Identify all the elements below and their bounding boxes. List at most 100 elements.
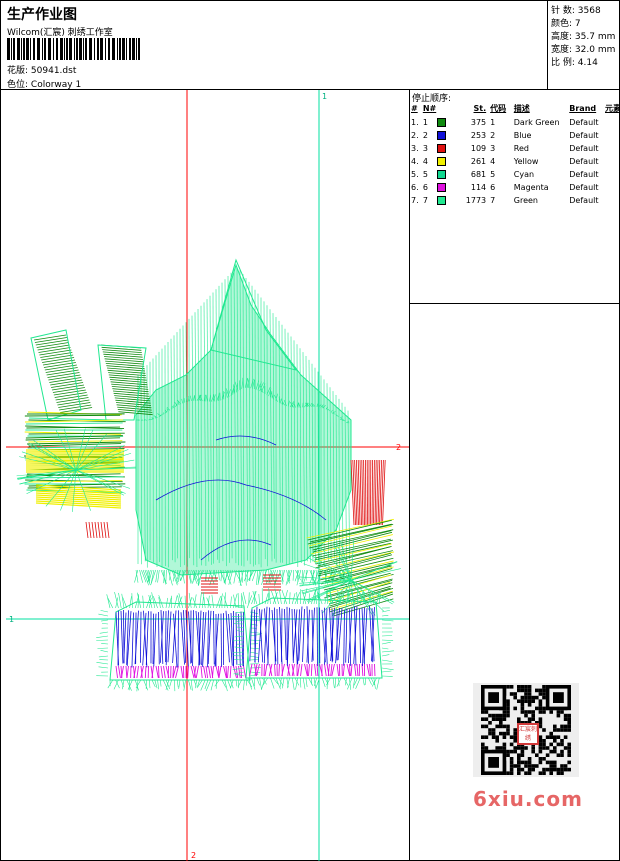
row-color-swatch <box>436 168 457 181</box>
stitch-line <box>249 663 253 677</box>
stitch-line <box>296 569 299 582</box>
stitch-line <box>274 588 279 605</box>
stitch-line <box>354 663 357 677</box>
stitch-line <box>101 619 109 622</box>
stitch-line <box>305 677 308 687</box>
stitch-line <box>220 613 222 668</box>
stitch-line <box>365 459 367 526</box>
stat-colors: 颜色: 7 <box>551 19 581 29</box>
stitch-line <box>143 679 149 691</box>
row-code: 7 <box>490 196 496 205</box>
barcode-icon <box>7 38 140 60</box>
stitch-line <box>98 613 109 617</box>
col-index: # <box>411 104 418 113</box>
col-stitches: St. <box>473 104 487 113</box>
stitch-line <box>253 677 255 687</box>
stitch-line <box>199 592 202 609</box>
stitch-line <box>381 670 392 673</box>
stitch-line <box>245 677 248 686</box>
stitch-line <box>246 595 253 609</box>
stitch-line <box>227 665 229 679</box>
stat-scale: 比 例: 4.14 <box>551 58 598 68</box>
stop-sequence-table: # N# St. 代码 描述 Brand 元素 1. 1 375 1 Dark Gree… <box>410 102 620 207</box>
stitch-line <box>188 679 192 690</box>
stitch-line <box>292 569 294 581</box>
stitch-line <box>342 663 345 677</box>
stitch-line <box>51 382 84 388</box>
table-header-row: # N# St. 代码 描述 Brand 元素 <box>410 102 620 116</box>
stitch-line <box>103 521 107 539</box>
seal-stamp: 汇宸刺绣 <box>517 723 539 745</box>
stitch-line <box>25 422 123 425</box>
row-index: 7. <box>411 196 419 205</box>
stitch-layers <box>16 258 401 692</box>
stitch-line <box>121 593 125 609</box>
stitch-line <box>153 613 157 667</box>
stitch-line <box>274 607 276 665</box>
row-element <box>604 194 620 207</box>
stitch-line <box>291 677 295 691</box>
stitch-line <box>268 588 271 605</box>
stitch-line <box>118 665 121 679</box>
stitch-line <box>131 593 133 609</box>
stitch-line <box>327 663 330 677</box>
stitch-line <box>302 608 305 663</box>
col-needle: N# <box>422 104 437 113</box>
stitch-line <box>279 589 282 605</box>
row-stitches: 109 <box>470 144 487 153</box>
stitch-line <box>229 665 232 679</box>
stitch-line <box>97 521 101 539</box>
stitch-line <box>56 397 89 403</box>
production-sheet: 生产作业图 Wilcom(汇宸) 刺绣工作室 花版: 50941.dst 色位:… <box>0 0 620 861</box>
row-element <box>604 129 620 142</box>
colorway-line: 色位: Colorway 1 <box>7 77 81 90</box>
stitch-line <box>374 459 377 526</box>
info-panel: 停止顺序: # N# St. 代码 描述 Brand 元素 1. 1 375 1 Dar… <box>410 90 620 861</box>
stitch-line <box>381 639 394 641</box>
stitch-line <box>225 665 228 679</box>
stitch-line <box>381 641 391 645</box>
stitch-line <box>100 650 109 653</box>
stitch-line <box>286 607 290 666</box>
stitch-line <box>249 647 259 649</box>
stitch-line <box>251 591 257 605</box>
stitch-line <box>91 521 95 539</box>
stitch-line <box>203 665 207 679</box>
stitch-line <box>359 608 362 664</box>
stitch-line <box>256 569 259 585</box>
stat-stitches: 针 数: 3568 <box>551 6 601 16</box>
stitch-line <box>334 677 337 689</box>
guide-label-v1: 1 <box>322 92 327 101</box>
stitch-line <box>344 677 347 686</box>
stitch-line <box>99 631 109 634</box>
stitch-line <box>216 596 221 609</box>
stitch-line <box>165 569 167 582</box>
guide-label-v2: 2 <box>191 851 196 860</box>
sheet-title: 生产作业图 <box>7 7 77 23</box>
row-code: 4 <box>490 157 496 166</box>
stitch-line <box>136 665 139 679</box>
stitch-line <box>57 399 90 406</box>
row-color-swatch <box>436 129 457 142</box>
stitch-line <box>251 569 257 582</box>
stitch-line <box>36 342 69 348</box>
color-swatch-icon <box>437 196 447 205</box>
stitch-line <box>249 651 258 654</box>
row-index: 1. <box>411 118 419 127</box>
row-element <box>604 181 620 194</box>
stitch-line <box>381 647 389 650</box>
stitch-line <box>35 339 68 346</box>
stitch-line <box>196 679 200 689</box>
row-color-swatch <box>436 142 457 155</box>
stitch-line <box>310 677 313 685</box>
stitch-line <box>106 521 110 539</box>
stitch-line <box>34 337 67 343</box>
stitch-line <box>289 592 291 605</box>
stitch-line <box>187 665 189 679</box>
col-code: 代码 <box>490 104 507 113</box>
stitch-line <box>308 677 314 686</box>
stitch-line <box>345 608 348 663</box>
stitch-line <box>284 608 287 661</box>
stitch-line <box>264 663 268 677</box>
stitch-line <box>49 377 82 383</box>
